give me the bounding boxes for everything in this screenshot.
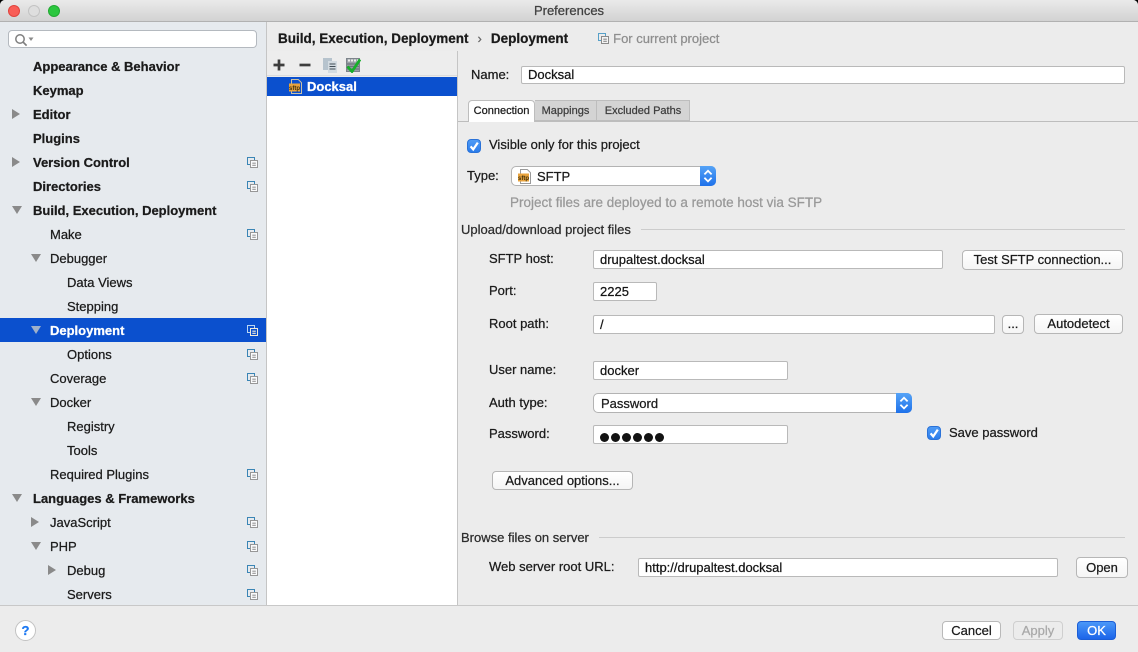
svg-text:sftp: sftp: [518, 176, 529, 182]
svg-text:sftp: sftp: [289, 86, 300, 92]
